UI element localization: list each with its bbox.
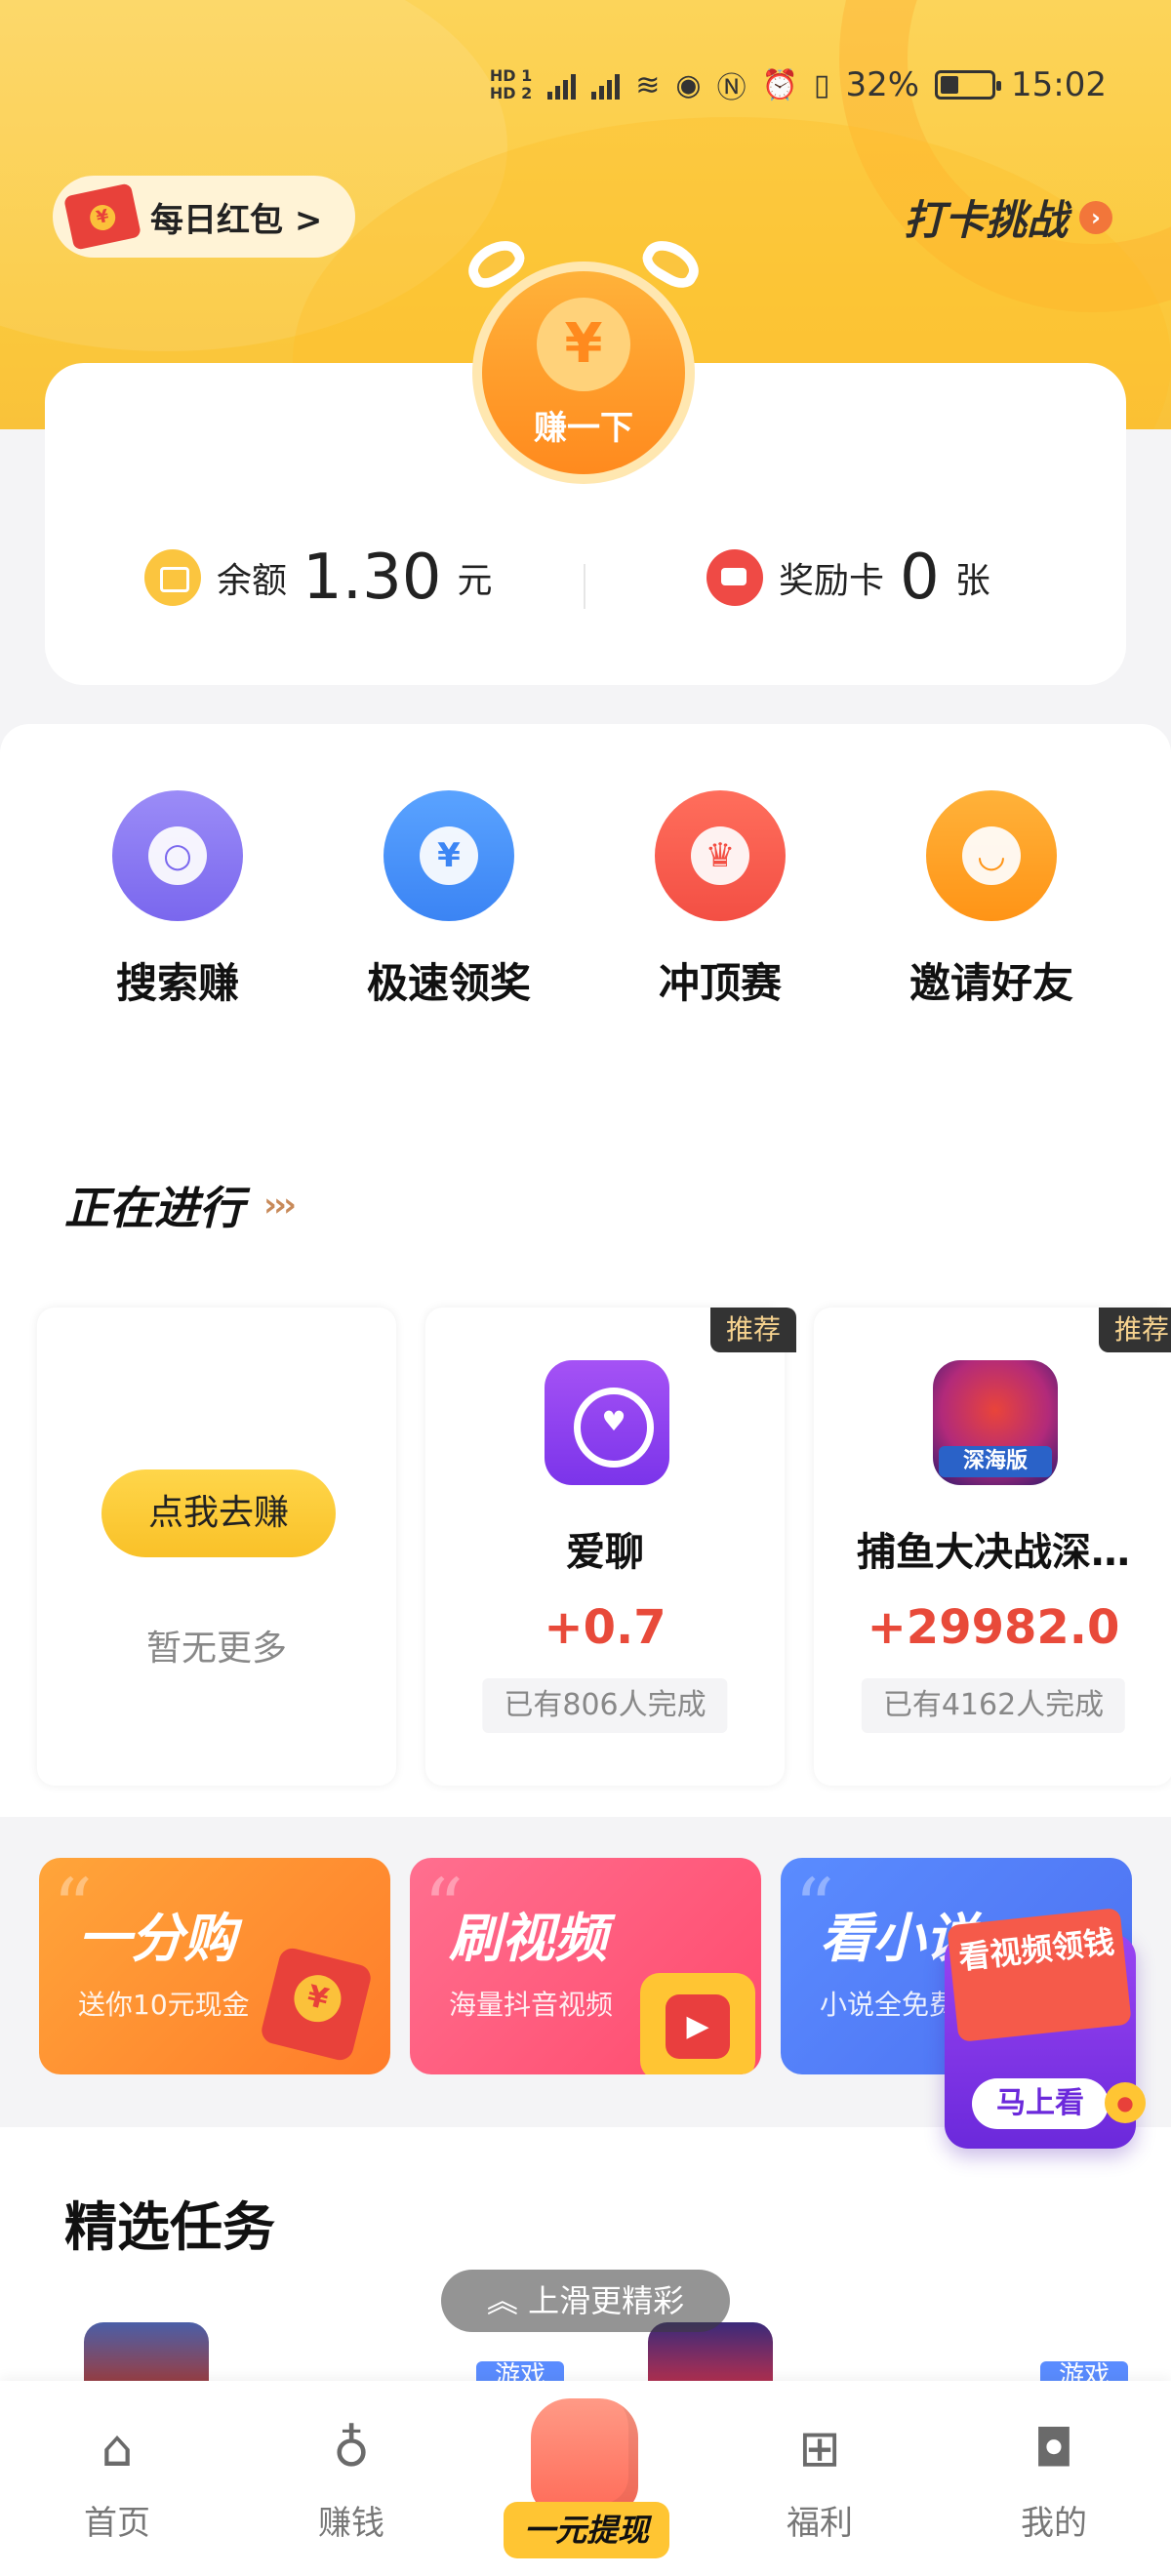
home-icon: ⌂ (101, 2420, 134, 2478)
wifi-icon: ≋ (635, 67, 661, 102)
slide-up-hint[interactable]: ︽ 上滑更精彩 (441, 2270, 730, 2332)
recommend-badge: 推荐 (1099, 1308, 1171, 1352)
alarm-icon: ⏰ (761, 67, 798, 102)
hd-indicator: HD 1 HD 2 (489, 66, 533, 102)
signal-icon-2 (591, 70, 621, 100)
reward-card-value: 0 (900, 542, 940, 614)
earn-label: 赚一下 (534, 408, 633, 448)
nav-mine[interactable]: ◘ 我的 (986, 2416, 1122, 2544)
ad-title: 看视频领钱 (947, 1908, 1132, 2042)
earn-coin-button[interactable]: ¥ 赚一下 (461, 231, 707, 486)
fishing-game-icon: 深海版 (933, 1360, 1058, 1485)
checkin-challenge-link[interactable]: 打卡挑战 › (904, 187, 1112, 247)
nav-label: 首页 (84, 2504, 150, 2543)
cat-profile-icon: ◘ (1033, 2420, 1074, 2478)
yen-icon: ¥ (537, 297, 630, 391)
nav-welfare[interactable]: ⊞ 福利 (751, 2416, 888, 2544)
nav-home[interactable]: ⌂ 首页 (49, 2416, 185, 2544)
task-card[interactable]: 推荐 深海版 捕鱼大决战深… +29982.0 已有4162人完成 (814, 1308, 1171, 1786)
floating-video-ad[interactable]: 看视频领钱 马上看 ● (945, 1908, 1146, 2149)
battery-percent: 32% (845, 65, 920, 104)
nav-label: 福利 (787, 2504, 853, 2543)
battery-icon (935, 70, 1002, 100)
daily-redpacket-label: 每日红包 > (150, 200, 323, 240)
trophy-icon: ♛ (655, 790, 786, 921)
gift-icon: ⊞ (798, 2420, 841, 2478)
redpacket-icon (62, 182, 142, 251)
quote-icon: “ (794, 1862, 834, 1952)
grid-item-label: 冲顶赛 (658, 959, 782, 1007)
daily-redpacket-button[interactable]: 每日红包 > (53, 176, 355, 258)
nav-label: 赚钱 (318, 2504, 384, 2543)
reward-card-unit: 张 (954, 561, 990, 601)
feature-grid: ○ 搜索赚 ¥ 极速领奖 ♛ 冲顶赛 ◡ 邀请好友 (0, 724, 1171, 1075)
withdraw-hand-icon (531, 2398, 638, 2514)
empty-task-card: 点我去赚 暂无更多 (37, 1308, 396, 1786)
balance-value: 1.30 (303, 542, 442, 614)
promo-title: 刷视频 (449, 1908, 607, 1969)
go-earn-button[interactable]: 点我去赚 (101, 1469, 336, 1557)
eye-icon: ◉ (675, 67, 702, 102)
signal-icon (547, 70, 577, 100)
balance-unit: 元 (457, 561, 493, 601)
tv-icon (640, 1973, 755, 2074)
grid-item-label: 搜索赚 (115, 959, 239, 1007)
divider (584, 564, 586, 609)
balance-label: 余额 (217, 561, 288, 601)
grid-item-search-earn[interactable]: ○ 搜索赚 (80, 790, 275, 1010)
grid-item-label: 邀请好友 (909, 959, 1073, 1007)
app-icon-badge: 深海版 (939, 1446, 1052, 1477)
task-name: 捕鱼大决战深… (857, 1530, 1130, 1575)
grid-item-contest[interactable]: ♛ 冲顶赛 (623, 790, 818, 1010)
grid-item-invite[interactable]: ◡ 邀请好友 (894, 790, 1089, 1010)
balance-item[interactable]: 余额 1.30 元 (144, 546, 493, 609)
withdraw-label: 一元提现 (504, 2502, 669, 2558)
selected-tasks-title: 精选任务 (64, 2196, 275, 2258)
nav-earn[interactable]: ♁ 赚钱 (283, 2416, 420, 2544)
nav-withdraw[interactable]: 一元提现 (504, 2398, 669, 2564)
slide-hint-label: 上滑更精彩 (528, 2282, 685, 2319)
ticket-icon (707, 549, 763, 606)
watch-now-button[interactable]: 马上看 (972, 2078, 1109, 2129)
page: HD 1HD 2 ≋ ◉ Ⓝ ⏰ ▯ 32% 15:02 每日红包 > 打卡挑战… (0, 0, 1171, 2576)
task-card[interactable]: 推荐 爱聊 +0.7 已有806人完成 (425, 1308, 796, 1786)
quote-icon: “ (53, 1862, 93, 1952)
coin-icon: ● (1105, 2082, 1146, 2123)
challenge-label: 打卡挑战 (903, 196, 1068, 244)
promo-watch-video[interactable]: “ 刷视频 海量抖音视频 (410, 1858, 761, 2074)
reward-card-item[interactable]: 奖励卡 0 张 (707, 546, 990, 609)
empty-text: 暂无更多 (145, 1629, 287, 1669)
smile-icon: ◡ (926, 790, 1057, 921)
task-name: 爱聊 (566, 1530, 644, 1575)
money-bag-icon: ♁ (332, 2420, 371, 2478)
yen-icon: ¥ (384, 790, 514, 921)
ongoing-header[interactable]: 正在进行 ››› (64, 1173, 297, 1237)
task-completion: 已有4162人完成 (861, 1678, 1126, 1733)
chevron-up-icon: ︽ (486, 2282, 518, 2319)
clock: 15:02 (1011, 65, 1107, 104)
ongoing-title: 正在进行 (64, 1182, 244, 1234)
status-bar: HD 1 HD 2 ≋ ◉ Ⓝ ⏰ ▯ 32% 15:02 (429, 60, 1171, 109)
reward-card-label: 奖励卡 (779, 561, 885, 601)
chevron-right-icon: › (1079, 200, 1112, 234)
task-reward: +0.7 (544, 1600, 666, 1655)
task-reward: +29982.0 (867, 1600, 1120, 1655)
recommend-badge: 推荐 (710, 1308, 796, 1352)
chat-bubble-icon (545, 1360, 669, 1485)
task-completion: 已有806人完成 (482, 1678, 728, 1733)
chevron-right-icon: ››› (263, 1186, 297, 1225)
vibrate-icon: ▯ (813, 67, 830, 102)
grid-item-fast-reward[interactable]: ¥ 极速领奖 (351, 790, 546, 1010)
nfc-icon: Ⓝ (716, 71, 747, 105)
promo-one-cent-buy[interactable]: “ 一分购 送你10元现金 (39, 1858, 390, 2074)
grid-item-label: 极速领奖 (366, 959, 531, 1007)
search-icon: ○ (112, 790, 243, 921)
quote-icon: “ (424, 1862, 464, 1952)
nav-label: 我的 (1021, 2504, 1087, 2543)
wallet-icon (144, 549, 201, 606)
